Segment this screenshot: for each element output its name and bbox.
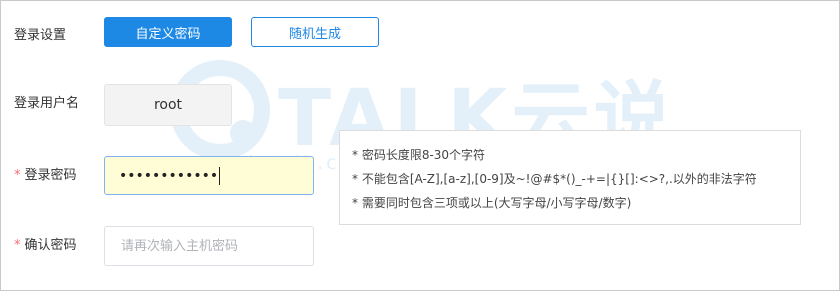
password-masked-value: •••••••••••• — [119, 167, 219, 184]
username-value: root — [153, 97, 183, 113]
password-rule: * 需要同时包含三项或以上(大写字母/小写字母/数字) — [352, 196, 632, 210]
text-cursor — [219, 166, 221, 185]
confirm-password-label: * 确认密码 — [14, 234, 77, 253]
confirm-password-field[interactable] — [104, 226, 314, 266]
password-label-text: 登录密码 — [24, 168, 77, 183]
login-settings-label: 登录设置 — [14, 28, 67, 43]
password-rules-tooltip: * 密码长度限8-30个字符 * 不能包含[A-Z],[a-z],[0-9]及~… — [339, 130, 801, 225]
confirm-password-input[interactable] — [119, 237, 313, 255]
username-field: root — [104, 84, 232, 126]
password-input[interactable]: •••••••••••• — [104, 156, 314, 195]
confirm-password-label-text: 确认密码 — [24, 238, 77, 253]
random-generate-button[interactable]: 随机生成 — [251, 17, 379, 47]
password-rule: * 不能包含[A-Z],[a-z],[0-9]及~!@#$*()_-+=|{}[… — [352, 172, 757, 186]
required-mark: * — [14, 168, 21, 183]
password-label: * 登录密码 — [14, 164, 77, 183]
required-mark: * — [14, 238, 21, 253]
custom-password-button[interactable]: 自定义密码 — [104, 17, 232, 47]
username-label: 登录用户名 — [14, 96, 80, 111]
password-rule: * 密码长度限8-30个字符 — [352, 148, 486, 162]
